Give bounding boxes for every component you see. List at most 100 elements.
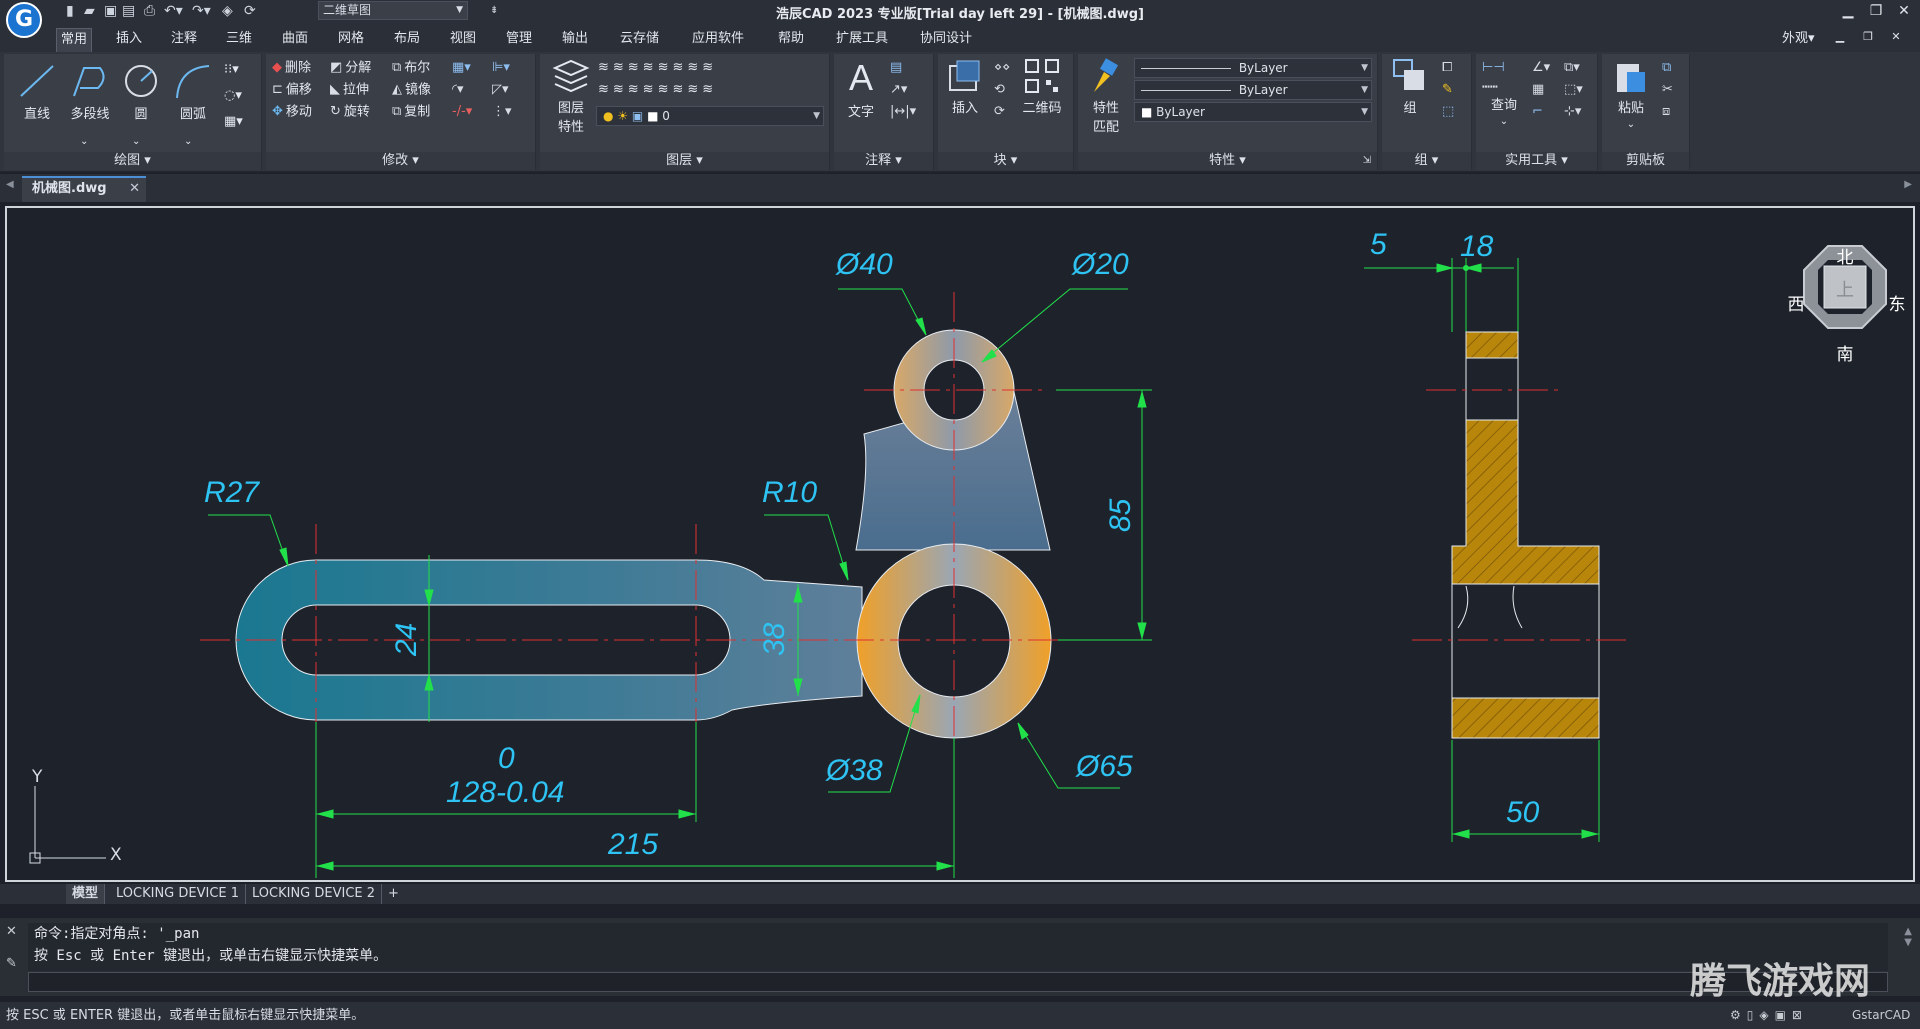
panel-annotation-title[interactable]: 注释 ▾: [834, 152, 933, 170]
command-scroll-icon[interactable]: ▲ ▼: [1904, 926, 1912, 948]
offset-button[interactable]: ⊏ 偏移: [272, 80, 312, 100]
print-icon[interactable]: ⎙: [144, 2, 155, 20]
close-tab-icon[interactable]: ✕: [129, 178, 140, 200]
block-create-icon[interactable]: ⋄⋄: [994, 58, 1010, 78]
boolean-button[interactable]: ⧉ 布尔: [392, 58, 430, 78]
tab-view[interactable]: 视图: [446, 30, 480, 50]
hatch-icon[interactable]: ▦▾: [224, 112, 243, 132]
layer-tools-row2-icon[interactable]: ≋≋≋≋≋≋≋≋: [598, 80, 717, 100]
app-logo[interactable]: G: [6, 2, 42, 38]
circle-button[interactable]: 圆: [116, 62, 166, 122]
open-folder-icon[interactable]: ▰: [84, 2, 95, 20]
block-attr-icon[interactable]: ⟳: [994, 102, 1005, 122]
close-command-icon[interactable]: ✕: [6, 924, 17, 939]
insert-block-button[interactable]: 插入: [940, 58, 990, 116]
appearance-dropdown[interactable]: 外观▾: [1778, 30, 1819, 50]
trim-icon[interactable]: -/-▾: [452, 102, 472, 122]
panel-draw-title[interactable]: 绘图 ▾: [4, 152, 261, 170]
command-input[interactable]: [28, 972, 1888, 992]
table-icon[interactable]: ▤: [890, 58, 902, 78]
text-button[interactable]: A 文字: [838, 58, 884, 121]
tab-scroll-left-icon[interactable]: ◀: [6, 179, 14, 190]
fillet-icon[interactable]: ◜▾: [452, 80, 464, 100]
add-layout-button[interactable]: +: [382, 884, 405, 904]
angle-icon[interactable]: ∠▾: [1532, 58, 1550, 78]
array-icon[interactable]: ▦▾: [452, 58, 471, 78]
workspace-dropdown[interactable]: 二维草图 ▼: [318, 1, 468, 20]
panel-layers-title[interactable]: 图层 ▾: [540, 152, 829, 170]
save-as-icon[interactable]: ▤: [122, 2, 135, 20]
view-cube[interactable]: 上 北 南 东 西: [1788, 245, 1906, 365]
quick-select-icon[interactable]: ⬚▾: [1564, 80, 1583, 100]
copy-base-icon[interactable]: ⧈: [1662, 102, 1670, 122]
layer-properties-button[interactable]: 图层 特性: [546, 58, 596, 135]
tab-3d[interactable]: 三维: [222, 30, 256, 50]
tab-help[interactable]: 帮助: [774, 30, 808, 50]
customize-qa-icon[interactable]: ⇟: [490, 2, 498, 20]
tab-scroll-right-icon[interactable]: ▶: [1904, 179, 1912, 190]
paste-button[interactable]: 粘贴 ⌄: [1606, 58, 1656, 131]
panel-block-title[interactable]: 块 ▾: [938, 152, 1073, 170]
new-file-icon[interactable]: ▮: [66, 2, 74, 20]
doc-minimize-icon[interactable]: ▁: [1826, 26, 1854, 48]
status-tray-icons[interactable]: ⚙▯◈▣⊠: [1730, 1002, 1808, 1029]
copy-clip-icon[interactable]: ⧉: [1662, 58, 1671, 78]
dimension-icon[interactable]: |↔|▾: [890, 102, 916, 122]
mirror-button[interactable]: ◭ 镜像: [392, 80, 431, 100]
polyline-button[interactable]: 多段线: [62, 62, 118, 122]
tab-apps[interactable]: 应用软件: [688, 30, 748, 50]
command-settings-icon[interactable]: ✎: [6, 956, 17, 971]
panel-group-title[interactable]: 组 ▾: [1382, 152, 1471, 170]
tab-insert[interactable]: 插入: [112, 30, 146, 50]
tab-layout[interactable]: 布局: [390, 30, 424, 50]
tab-cloud[interactable]: 云存储: [616, 30, 663, 50]
tab-mesh[interactable]: 网格: [334, 30, 368, 50]
line-button[interactable]: 直线: [12, 62, 62, 122]
restore-icon[interactable]: ❐: [1862, 0, 1890, 22]
calculator-icon[interactable]: ▦: [1532, 80, 1544, 100]
tab-locking-device-1[interactable]: LOCKING DEVICE 1: [110, 884, 247, 904]
arc-button[interactable]: 圆弧: [168, 62, 218, 122]
ungroup-icon[interactable]: ⧠: [1442, 58, 1452, 78]
tab-collab[interactable]: 协同设计: [916, 30, 976, 50]
current-layer-dropdown[interactable]: ● ☀ ▣ ■ 0 ▼: [596, 106, 824, 126]
polyline-dropdown-icon[interactable]: ⌄: [80, 132, 88, 152]
match-properties-button[interactable]: 特性 匹配: [1082, 58, 1130, 135]
file-tab-active[interactable]: 机械图.dwg ✕: [22, 176, 146, 202]
point-icon[interactable]: ⁝⁝▾: [224, 60, 239, 80]
erase-button[interactable]: ◆ 删除: [272, 58, 311, 78]
tab-surface[interactable]: 曲面: [278, 30, 312, 50]
group-edit-icon[interactable]: ✎: [1442, 80, 1453, 100]
undo-icon[interactable]: ↶▾: [164, 2, 183, 20]
panel-utilities-title[interactable]: 实用工具 ▾: [1476, 152, 1597, 170]
group-button[interactable]: 组: [1386, 58, 1434, 116]
arc-dropdown-icon[interactable]: ⌄: [184, 132, 192, 152]
copy-button[interactable]: ⧉ 复制: [392, 102, 430, 122]
doc-restore-icon[interactable]: ❐: [1854, 26, 1882, 48]
tab-extensions[interactable]: 扩展工具: [832, 30, 892, 50]
layer-tools-row1-icon[interactable]: ≋≋≋≋≋≋≋≋: [598, 58, 717, 78]
panel-properties-title[interactable]: 特性 ▾ ⇲: [1078, 152, 1377, 170]
panel-clipboard-title[interactable]: 剪贴板: [1602, 152, 1689, 170]
tab-model[interactable]: 模型: [66, 884, 106, 904]
query-button[interactable]: 查询 ⌄: [1480, 94, 1528, 128]
ellipse-icon[interactable]: ◌▾: [224, 86, 242, 106]
measure-icon[interactable]: ⊢⊣: [1482, 58, 1505, 78]
id-point-icon[interactable]: ⊹▾: [1564, 102, 1581, 122]
tab-annotate[interactable]: 注释: [167, 30, 201, 50]
block-edit-icon[interactable]: ⟲: [994, 80, 1005, 100]
lineweight-dropdown[interactable]: ■ ByLayer ▼: [1134, 102, 1372, 122]
linetype-dropdown[interactable]: ByLayer ▼: [1134, 80, 1372, 100]
panel-modify-title[interactable]: 修改 ▾: [266, 152, 535, 170]
group-select-icon[interactable]: ⬚: [1442, 102, 1454, 122]
color-dropdown[interactable]: ByLayer ▼: [1134, 58, 1372, 78]
qrcode-button[interactable]: 二维码: [1014, 58, 1070, 116]
move-button[interactable]: ✥ 移动: [272, 102, 312, 122]
chamfer-icon[interactable]: ◸▾: [492, 80, 509, 100]
workspace-switch-icon[interactable]: ⟳: [244, 2, 256, 20]
layers-stack-icon[interactable]: ◈: [222, 2, 233, 20]
redo-icon[interactable]: ↷▾: [192, 2, 211, 20]
leader-icon[interactable]: ↗▾: [890, 80, 907, 100]
save-icon[interactable]: ▣: [104, 2, 117, 20]
select-all-icon[interactable]: ⧉▾: [1564, 58, 1580, 78]
